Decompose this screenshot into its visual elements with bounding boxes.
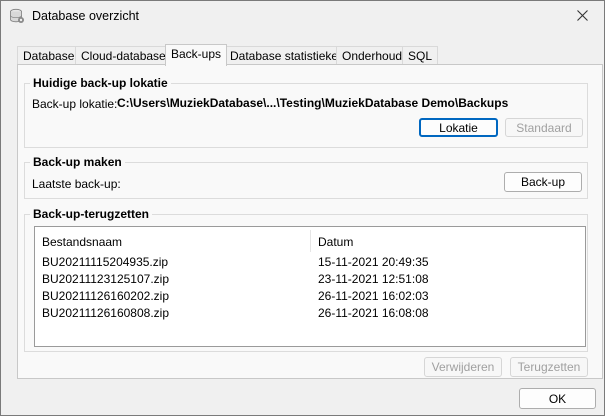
tab-database[interactable]: Database xyxy=(17,46,81,65)
row-filename: BU20211126160808.zip xyxy=(42,306,169,320)
location-group-title: Huidige back-up lokatie xyxy=(30,76,171,90)
tab-onderhoud[interactable]: Onderhoud xyxy=(336,46,409,65)
column-header-filename[interactable]: Bestandsnaam xyxy=(42,235,122,249)
close-button[interactable] xyxy=(560,1,604,32)
column-separator[interactable] xyxy=(310,230,311,252)
tab-sql[interactable]: SQL xyxy=(402,46,439,65)
location-group: Huidige back-up lokatie xyxy=(24,76,588,148)
row-filename: BU20211123125107.zip xyxy=(42,272,169,286)
row-date: 26-11-2021 16:02:03 xyxy=(318,289,429,303)
restore-button[interactable]: Terugzetten xyxy=(510,357,588,377)
make-backup-group-title: Back-up maken xyxy=(30,155,125,169)
title-bar: Database overzicht xyxy=(1,1,604,32)
backup-location-path: C:\Users\MuziekDatabase\...\Testing\Muzi… xyxy=(117,96,509,110)
row-date: 26-11-2021 16:08:08 xyxy=(318,306,429,320)
table-row[interactable]: BU20211126160808.zip 26-11-2021 16:08:08 xyxy=(35,305,585,322)
backup-file-list[interactable]: Bestandsnaam Datum BU20211115204935.zip … xyxy=(34,226,586,347)
tab-database-statistieken[interactable]: Database statistieken xyxy=(224,46,351,65)
list-header: Bestandsnaam Datum xyxy=(35,227,585,254)
column-header-date[interactable]: Datum xyxy=(318,235,353,249)
row-filename: BU20211115204935.zip xyxy=(42,255,169,269)
ok-button[interactable]: OK xyxy=(519,388,596,409)
row-date: 23-11-2021 12:51:08 xyxy=(318,272,429,286)
backup-button[interactable]: Back-up xyxy=(504,172,582,192)
table-row[interactable]: BU20211115204935.zip 15-11-2021 20:49:35 xyxy=(35,254,585,271)
table-row[interactable]: BU20211123125107.zip 23-11-2021 12:51:08 xyxy=(35,271,585,288)
table-row[interactable]: BU20211126160202.zip 26-11-2021 16:02:03 xyxy=(35,288,585,305)
default-button[interactable]: Standaard xyxy=(505,118,583,137)
delete-button[interactable]: Verwijderen xyxy=(424,357,502,377)
window-title: Database overzicht xyxy=(32,9,140,23)
tab-cloud-databases[interactable]: Cloud-databases xyxy=(75,46,178,65)
last-backup-label: Laatste back-up: xyxy=(32,177,121,191)
close-icon xyxy=(576,9,588,24)
dialog-window: Database overzicht Database Cloud-databa… xyxy=(0,0,605,416)
location-button[interactable]: Lokatie xyxy=(419,118,498,137)
restore-group-title: Back-up-terugzetten xyxy=(30,207,153,221)
row-filename: BU20211126160202.zip xyxy=(42,289,169,303)
row-date: 15-11-2021 20:49:35 xyxy=(318,255,429,269)
tab-back-ups[interactable]: Back-ups xyxy=(165,44,228,66)
backup-location-label: Back-up lokatie: xyxy=(32,97,118,111)
database-icon xyxy=(9,8,25,24)
